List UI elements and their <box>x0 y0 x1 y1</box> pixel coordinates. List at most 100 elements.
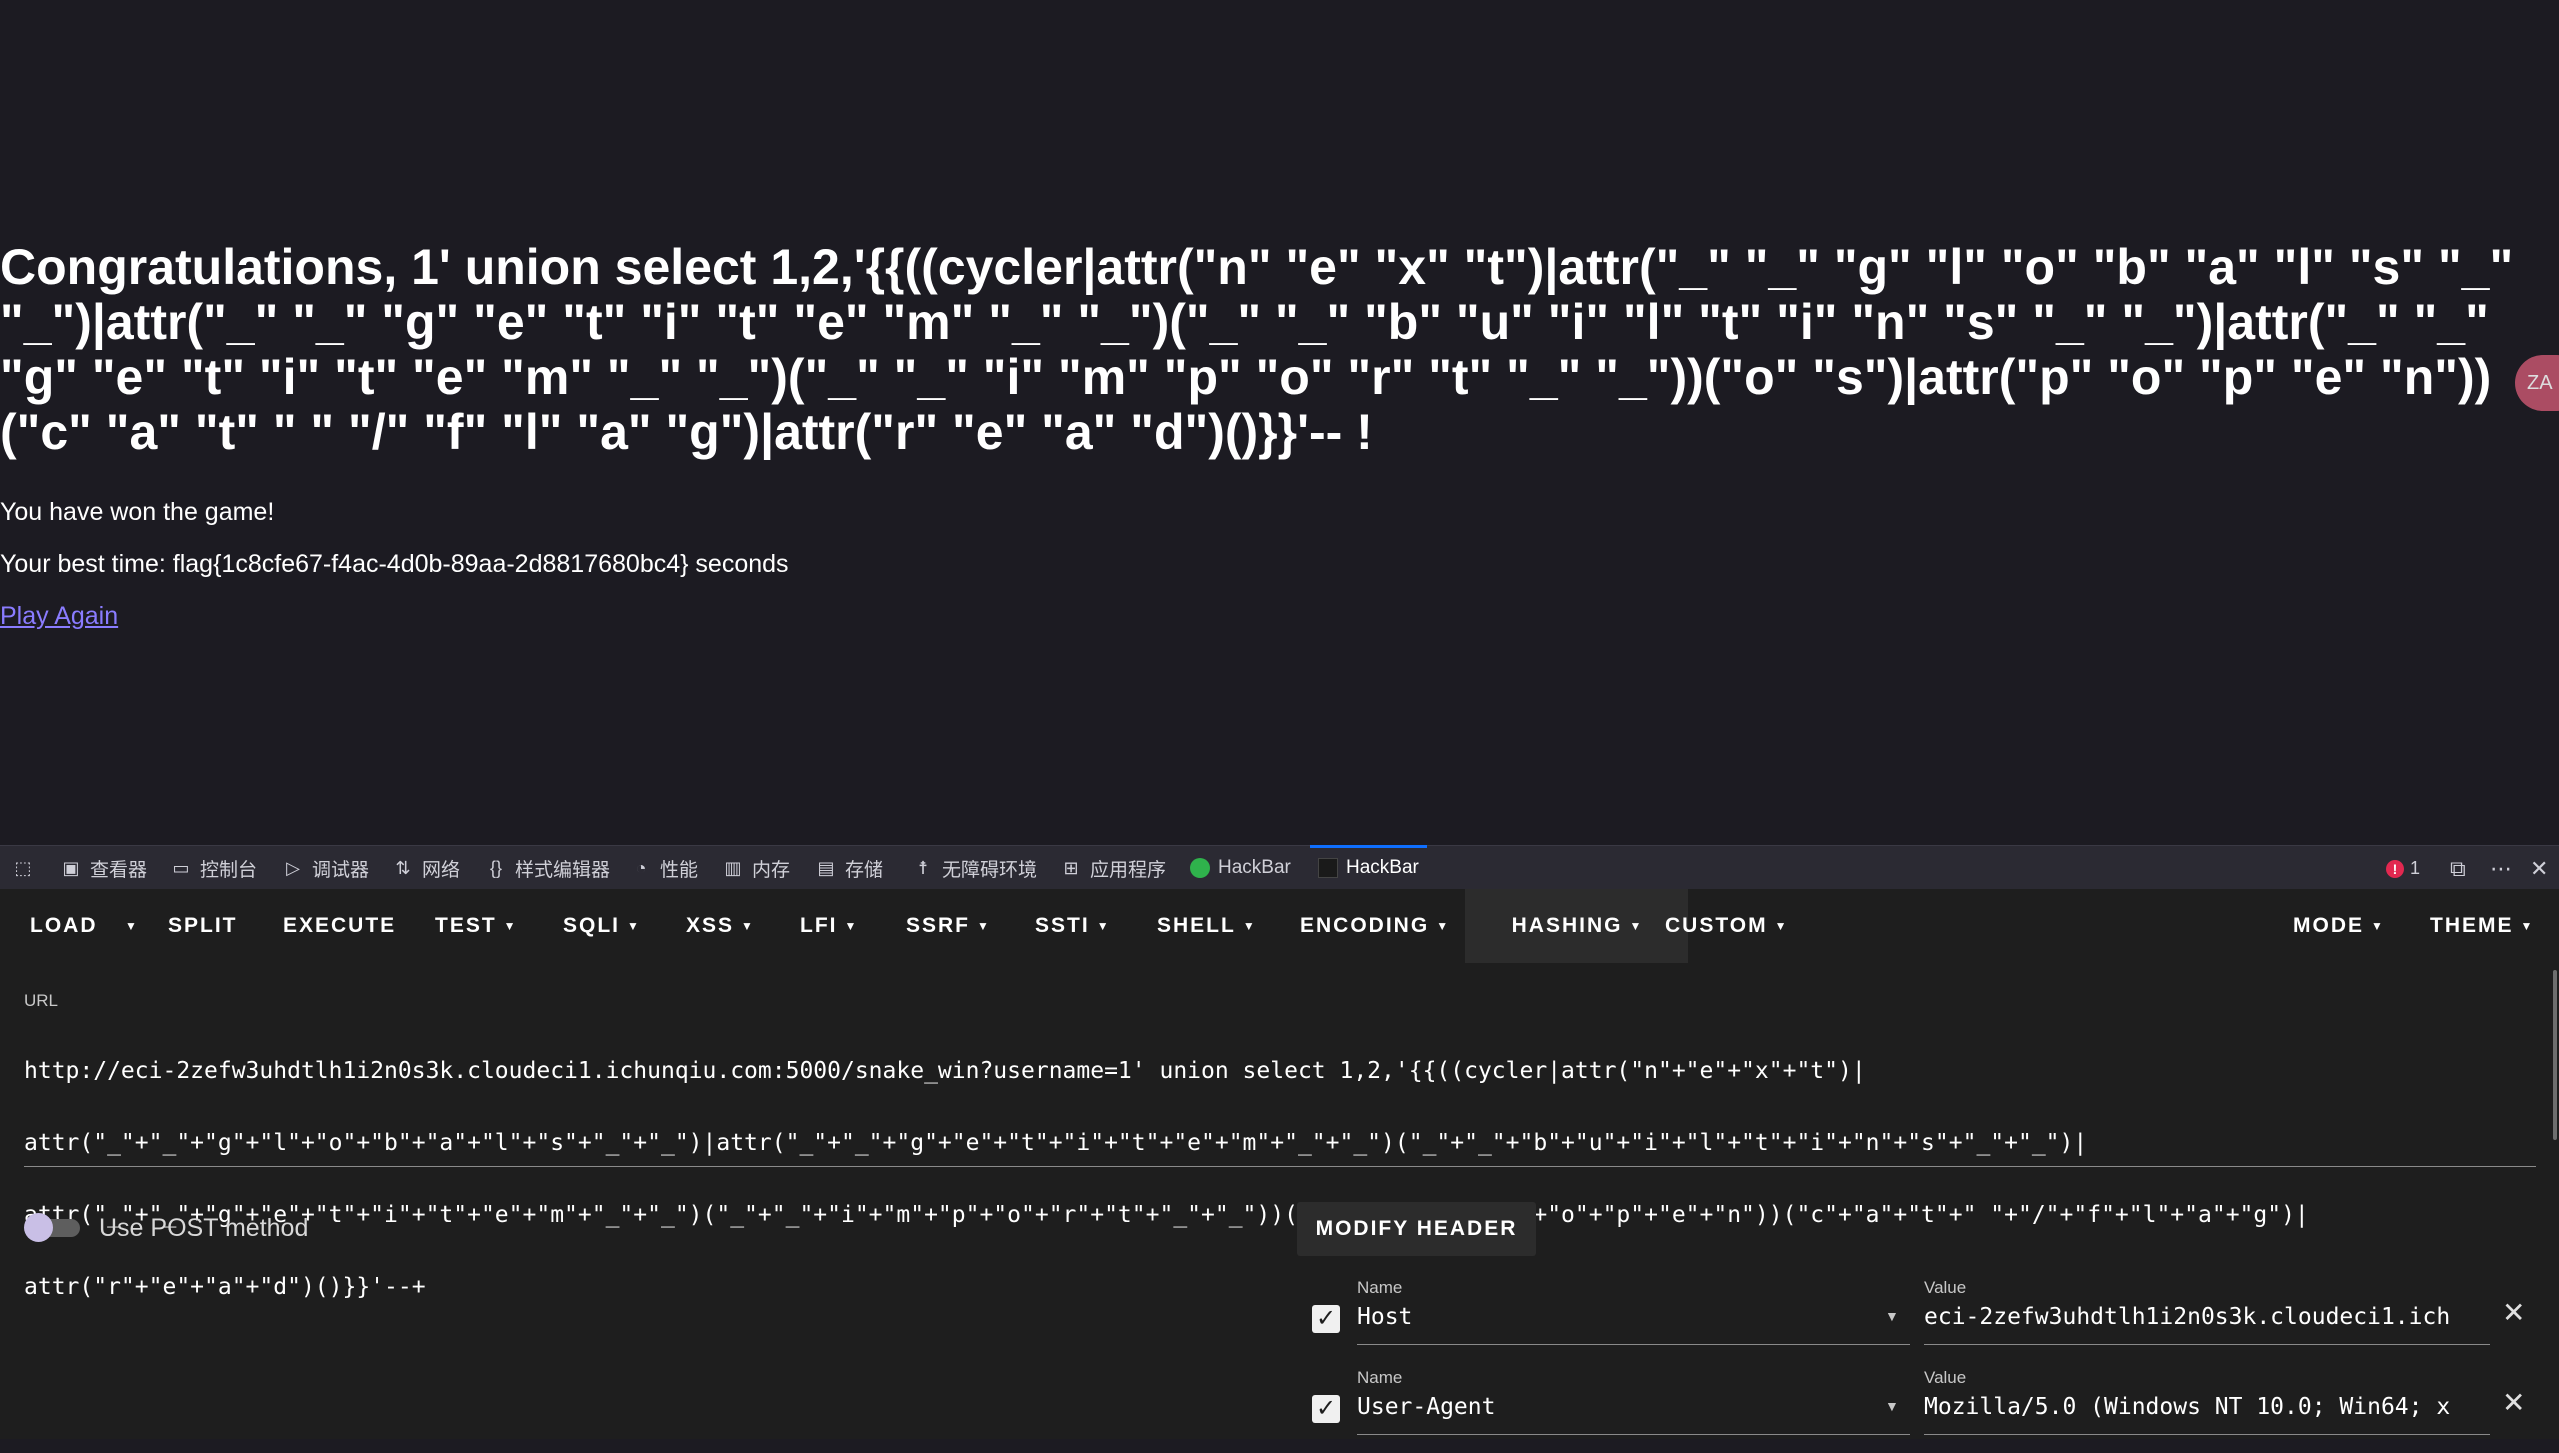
header-value-input[interactable]: Mozilla/5.0 (Windows NT 10.0; Win64; x <box>1924 1394 2484 1420</box>
ssti-menu[interactable]: SSTI ▼ <box>1035 889 1109 963</box>
header-name-input[interactable]: Host <box>1357 1304 1897 1330</box>
menu-label: MODE <box>2293 914 2364 937</box>
header-enabled-checkbox[interactable]: ✓ <box>1312 1395 1340 1423</box>
hackbar-menu: LOAD ▼ SPLIT EXECUTE TEST ▼ SQLI ▼ XSS ▼ LF… <box>0 889 2559 964</box>
remove-header-icon[interactable]: ✕ <box>2502 1296 2525 1329</box>
lfi-menu[interactable]: LFI ▼ <box>800 889 856 963</box>
storage-icon: ▤ <box>817 858 835 878</box>
element-picker-icon: ⬚ <box>14 858 32 878</box>
remove-header-icon[interactable]: ✕ <box>2502 1386 2525 1419</box>
load-button[interactable]: LOAD <box>30 889 98 963</box>
dock-side-icon[interactable]: ⧉ <box>2450 856 2466 882</box>
error-count: 1 <box>2410 858 2421 878</box>
menu-label: SPLIT <box>168 914 238 937</box>
header-value-underline <box>1924 1344 2490 1345</box>
caret-down-icon: ▼ <box>1096 919 1109 933</box>
tab-label: 存储 <box>845 859 884 881</box>
tab-label: 内存 <box>752 859 791 881</box>
sqli-menu[interactable]: SQLI ▼ <box>563 889 639 963</box>
caret-down-icon: ▼ <box>741 919 753 933</box>
ssrf-menu[interactable]: SSRF ▼ <box>906 889 989 963</box>
tab-label: 样式编辑器 <box>515 859 611 881</box>
hackbar-green-icon <box>1190 858 1210 878</box>
header-value-underline <box>1924 1434 2490 1435</box>
menu-label: LFI <box>800 914 838 937</box>
header-name-input[interactable]: User-Agent <box>1357 1394 1897 1420</box>
custom-menu[interactable]: CUSTOM ▼ <box>1665 889 1787 963</box>
tab-accessibility[interactable]: ☨ 无障碍环境 <box>912 846 1037 890</box>
execute-button[interactable]: EXECUTE <box>283 889 396 963</box>
post-method-toggle[interactable] <box>24 1212 84 1242</box>
tab-label: 调试器 <box>312 859 370 881</box>
play-again-link[interactable]: Play Again <box>0 602 118 631</box>
load-dropdown-button[interactable]: ▼ <box>118 889 137 963</box>
tab-hackbar-1[interactable]: HackBar <box>1190 846 1291 890</box>
url-underline <box>24 1166 2536 1167</box>
tab-console[interactable]: ▭ 控制台 <box>170 846 257 890</box>
memory-icon: ▥ <box>724 858 742 878</box>
inspector-icon: ▣ <box>62 858 80 878</box>
header-name-label: Name <box>1357 1278 1403 1297</box>
tab-network[interactable]: ⇅ 网络 <box>392 846 460 890</box>
mode-menu[interactable]: MODE ▼ <box>2293 889 2383 963</box>
caret-down-icon: ▼ <box>977 919 989 933</box>
element-picker-button[interactable]: ⬚ <box>12 846 34 890</box>
xss-menu[interactable]: XSS ▼ <box>686 889 753 963</box>
congratulations-heading: Congratulations, 1' union select 1,2,'{{… <box>0 239 2514 460</box>
post-method-label: Use POST method <box>99 1214 309 1242</box>
caret-down-icon: ▼ <box>627 919 639 933</box>
tab-inspector[interactable]: ▣ 查看器 <box>60 846 147 890</box>
scrollbar[interactable] <box>2553 970 2557 1140</box>
url-line: http://eci-2zefw3uhdtlh1i2n0s3k.cloudeci… <box>24 1058 1866 1084</box>
theme-menu[interactable]: THEME ▼ <box>2430 889 2532 963</box>
tab-label: 无障碍环境 <box>942 859 1038 881</box>
test-menu[interactable]: TEST ▼ <box>435 889 516 963</box>
tab-performance[interactable]: ◔ 性能 <box>630 846 698 890</box>
header-name-dropdown-icon[interactable]: ▼ <box>1885 1398 1899 1414</box>
tab-storage[interactable]: ▤ 存储 <box>815 846 883 890</box>
header-row: ✓ Name Host ▼ Value eci-2zefw3uhdtlh1i2n… <box>1310 1278 2559 1363</box>
menu-label: EXECUTE <box>283 914 397 937</box>
tab-application[interactable]: ⊞ 应用程序 <box>1060 846 1166 890</box>
shell-menu[interactable]: SHELL ▼ <box>1157 889 1255 963</box>
hackbar-dark-icon <box>1318 858 1338 878</box>
header-value-label: Value <box>1924 1278 1967 1297</box>
won-message: You have won the game! <box>0 498 275 526</box>
header-value-input[interactable]: eci-2zefw3uhdtlh1i2n0s3k.cloudeci1.ich <box>1924 1304 2484 1330</box>
menu-label: SQLI <box>563 914 621 937</box>
split-button[interactable]: SPLIT <box>168 889 238 963</box>
encoding-menu[interactable]: ENCODING ▼ <box>1300 889 1448 963</box>
network-icon: ⇅ <box>395 858 411 878</box>
tab-label: HackBar <box>1346 857 1419 878</box>
header-name-label: Name <box>1357 1368 1403 1387</box>
hashing-menu[interactable]: HASHING ▼ <box>1465 889 1688 963</box>
url-label: URL <box>24 991 59 1010</box>
close-devtools-icon[interactable]: ✕ <box>2530 856 2548 882</box>
menu-label: TEST <box>435 914 497 937</box>
style-editor-icon: {} <box>489 858 503 878</box>
menu-label: XSS <box>686 914 735 937</box>
header-enabled-checkbox[interactable]: ✓ <box>1312 1305 1340 1333</box>
more-options-icon[interactable]: ⋯ <box>2490 856 2512 882</box>
menu-label: ENCODING <box>1300 914 1430 937</box>
url-line: attr("_"+"_"+"g"+"e"+"t"+"i"+"t"+"e"+"m"… <box>24 1202 2309 1228</box>
caret-down-icon: ▼ <box>2520 919 2533 933</box>
tab-hackbar-2[interactable]: HackBar <box>1310 845 1427 890</box>
caret-down-icon: ▼ <box>844 919 857 933</box>
menu-label: HASHING <box>1511 914 1623 937</box>
caret-down-icon: ▼ <box>2371 919 2383 933</box>
header-name-dropdown-icon[interactable]: ▼ <box>1885 1308 1899 1324</box>
debugger-icon: ▷ <box>286 858 300 878</box>
caret-down-icon: ▼ <box>1629 919 1642 933</box>
caret-down-icon: ▼ <box>1774 919 1787 933</box>
application-icon: ⊞ <box>1063 858 1079 878</box>
tab-style-editor[interactable]: {} 样式编辑器 <box>485 846 610 890</box>
tab-debugger[interactable]: ▷ 调试器 <box>282 846 369 890</box>
modify-header-button[interactable]: MODIFY HEADER <box>1297 1202 1536 1256</box>
error-count-badge[interactable]: ! 1 <box>2386 858 2420 879</box>
tab-label: 查看器 <box>90 859 148 881</box>
menu-label: SSRF <box>906 914 971 937</box>
tab-memory[interactable]: ▥ 内存 <box>722 846 790 890</box>
console-icon: ▭ <box>172 858 190 878</box>
tab-label: 网络 <box>422 859 461 881</box>
